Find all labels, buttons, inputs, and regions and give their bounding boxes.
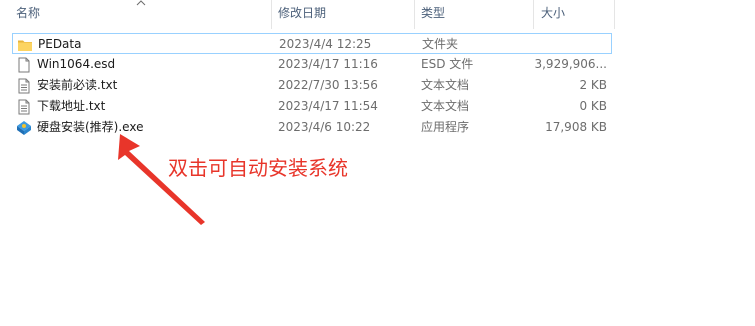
annotation-arrow-icon <box>118 134 205 225</box>
annotation-text: 双击可自动安装系统 <box>168 156 348 180</box>
